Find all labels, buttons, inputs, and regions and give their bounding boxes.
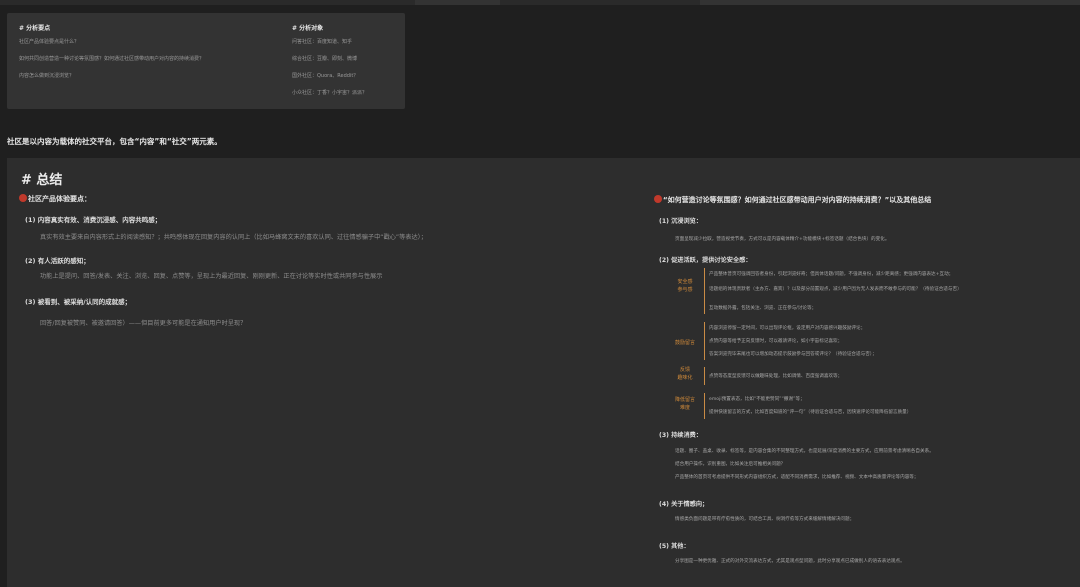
- left-item-heading: (1) 内容真实有效、消费沉浸感、内容共鸣感；: [25, 216, 162, 224]
- left-item-heading: (2) 有人活跃的感知；: [25, 257, 90, 265]
- group-item: 答案浏览完毕末尾也可以增加动态提示鼓励参与回答或评论？（待验证合适与否）；: [709, 352, 877, 357]
- group-label-lower-barrier: 降低留言 难度: [674, 397, 695, 411]
- top-strip-segment: [700, 0, 1080, 5]
- left-section-heading-text: 社区产品体验要点：: [28, 195, 91, 203]
- intro-text: 社区是以内容为载体的社交平台，包含“内容”和“社交”两元素。: [7, 137, 222, 146]
- right-section-heading-text: “如何营造讨论等氛围感？如何通过社区感带动用户对内容的持续消费？”以及其他总结: [663, 196, 932, 204]
- top-strip-segment: [415, 0, 500, 5]
- right-item-text: 页面呈现减少拉取，营造视觉节奏，方式可以是内容载体精介+功能模块+标签话题（结合…: [675, 237, 890, 242]
- group-label-encourage: 鼓励留言: [674, 340, 695, 346]
- summary-panel: # 总结 社区产品体验要点： (1) 内容真实有效、消费沉浸感、内容共鸣感； 真…: [7, 158, 1080, 587]
- red-dot-icon: [654, 195, 662, 203]
- group-item: 点赞内容等给予正向反馈时，可以邀请评论，如小宇宙标记喜欢；: [709, 339, 843, 344]
- group-label-feedback: 反馈 趣味化: [677, 367, 693, 381]
- analysis-points-heading: # 分析要点: [19, 25, 51, 32]
- analysis-target-item: 综合社区：豆瓣、即刻、微博: [292, 56, 358, 62]
- group-item: emoji预置表态，比如“不能更赞同”“撒谢”等；: [709, 397, 805, 402]
- right-item-text: 分享图是一种更优雅、正式的对外交流表达方式，尤其是观点型问题，此时分享观点已成做…: [675, 559, 905, 564]
- analysis-point-item: 社区产品体验要点是什么？: [19, 39, 80, 45]
- right-item-heading: (4) 关于情感向；: [659, 501, 709, 508]
- analysis-point-item: 内容怎么做到沉浸浏览？: [19, 73, 75, 79]
- right-item-heading: (1) 沉浸浏览：: [659, 218, 703, 225]
- group-item: 话题组的体现贵默者（主办方、嘉宾）？以及部分前置观点，减少用户因为无人发表而不敢…: [709, 287, 962, 292]
- analysis-targets-heading: # 分析对象: [292, 25, 324, 32]
- group-item: 点赞等态度型反馈可以做趣味处理，比如调情、百度强调喜欢等；: [709, 374, 843, 379]
- right-item-heading: (3) 持续消费：: [659, 432, 703, 439]
- right-item-text: 结合用户操作，识别重图，比如关注后可推相关问题？: [675, 462, 786, 467]
- red-dot-icon: [19, 194, 27, 202]
- right-item-text: 情感类负面问题是带有疗愈性质的，可结合工具、树洞疗愈等方式来缓解情绪解决问题；: [675, 517, 855, 522]
- group-bracket: [704, 322, 705, 360]
- group-item: 内容浏览停留一定时间，可以出现评论框，设定用户对内容感兴趣鼓励评论；: [709, 326, 866, 331]
- analysis-point-item: 如何共同创造营造一种讨论等氛围感？如何通过社区感带动用户对内容的持续消费？: [19, 56, 205, 62]
- summary-title: # 总结: [21, 173, 63, 188]
- group-bracket: [704, 393, 705, 419]
- right-item-heading: (2) 促进活跃，提供讨论安全感：: [659, 257, 752, 264]
- group-label-safety: 安全感 参与感: [677, 279, 693, 293]
- left-section-heading: 社区产品体验要点：: [19, 194, 91, 204]
- left-item-text: 真实有效主要来自内容形式上的阅读感知？；共鸣感体现在回复内容的认同上（比如马蜂窝…: [40, 234, 427, 241]
- analysis-card: # 分析要点 社区产品体验要点是什么？ 如何共同创造营造一种讨论等氛围感？如何通…: [7, 13, 405, 109]
- right-item-heading: (5) 其他：: [659, 543, 690, 550]
- left-item-heading: (3) 被看到、被采纳/认同的成就感；: [25, 298, 132, 306]
- left-item-text: 功能上是提问、回答/发表、关注、浏览、回复、点赞等，呈现上为最近回复、刚刚更新、…: [40, 273, 383, 280]
- group-item: 互动数据外露，包括关注、浏览、正在参与/讨论等；: [709, 306, 817, 311]
- group-bracket: [704, 268, 705, 314]
- analysis-target-item: 小众社区：丁香？小宇宙？派派？: [292, 90, 368, 96]
- group-item: 提供快速留言的方式，比如百度知道的“评一句”（待验证合适与否，因快速评论可能降低…: [709, 410, 912, 415]
- analysis-target-item: 问答社区：百度知道、知乎: [292, 39, 353, 45]
- analysis-points-column: # 分析要点 社区产品体验要点是什么？ 如何共同创造营造一种讨论等氛围感？如何通…: [19, 23, 204, 91]
- right-section-heading: “如何营造讨论等氛围感？如何通过社区感带动用户对内容的持续消费？”以及其他总结: [654, 195, 931, 205]
- group-bracket: [704, 367, 705, 385]
- right-item-text: 产品整体的首页可考虑提供不同形式内容组织方式，适配不同消费需求，比如推荐、视频、…: [675, 475, 919, 480]
- right-item-text: 话题、圈子、盖桌、收录、标签等，是内容合集的不同整理方式，也是延展/深度消费的主…: [675, 449, 934, 454]
- left-item-text: 回答/回复被赞同、被邀请回答）——但目前更多可能是在通知用户时呈现？: [40, 320, 247, 327]
- analysis-targets-column: # 分析对象 问答社区：百度知道、知乎 综合社区：豆瓣、即刻、微博 国外社区：Q…: [292, 23, 367, 108]
- top-strip: [0, 0, 1080, 5]
- analysis-target-item: 国外社区：Quora、Reddit？: [292, 73, 359, 79]
- group-item: 产品整体普页可强调回答者身份，引起浏览好奇；但具体话题/问题，不强调身份，减少距…: [709, 272, 954, 277]
